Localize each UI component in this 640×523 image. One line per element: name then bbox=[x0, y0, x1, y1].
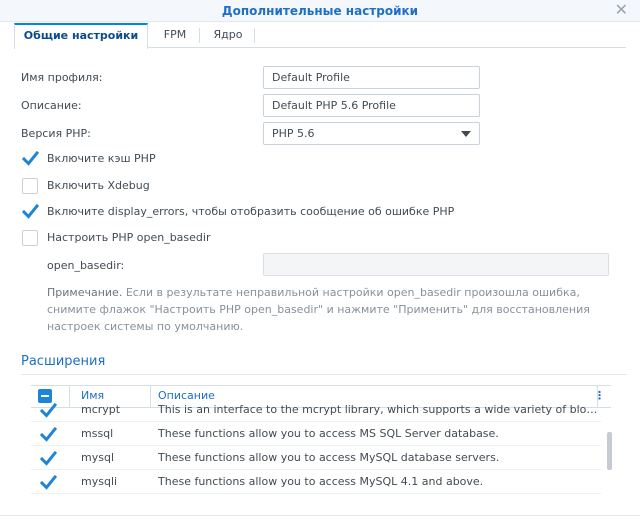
profile-name-input[interactable]: Default Profile bbox=[263, 66, 480, 89]
footer-divider bbox=[0, 515, 640, 516]
checkbox-label: Включите display_errors, чтобы отобразит… bbox=[47, 205, 455, 218]
note-text: Примечание. Если в результате неправильн… bbox=[47, 284, 627, 335]
description-label: Описание: bbox=[21, 99, 82, 112]
row-name: mssql bbox=[81, 427, 114, 440]
window-titlebar: Дополнительные настройки ✕ bbox=[0, 0, 640, 22]
row-description: This is an interface to the mcrypt libra… bbox=[158, 403, 598, 416]
profile-name-label: Имя профиля: bbox=[21, 71, 103, 84]
tab-divider bbox=[199, 28, 200, 43]
row-checkbox-checked-icon[interactable] bbox=[39, 450, 58, 470]
row-checkbox-checked-icon[interactable] bbox=[39, 474, 58, 494]
description-input[interactable]: Default PHP 5.6 Profile bbox=[263, 94, 480, 117]
tab-bar: Общие настройки FPM Ядро bbox=[14, 23, 626, 49]
close-icon[interactable]: ✕ bbox=[615, 2, 628, 18]
row-checkbox-checked-icon[interactable] bbox=[39, 402, 58, 422]
tab-fpm[interactable]: FPM bbox=[152, 23, 198, 48]
php-version-value: PHP 5.6 bbox=[272, 127, 315, 140]
checkbox-label: Включить Xdebug bbox=[47, 179, 150, 192]
table-row[interactable]: mysql These functions allow you to acces… bbox=[31, 446, 601, 470]
tab-divider bbox=[254, 28, 255, 43]
open-basedir-input[interactable] bbox=[263, 253, 609, 276]
php-version-label: Версия PHP: bbox=[21, 127, 91, 140]
table-row[interactable]: mssql These functions allow you to acces… bbox=[31, 422, 601, 446]
checkbox-unchecked-icon bbox=[22, 230, 38, 246]
row-description: These functions allow you to access MySQ… bbox=[158, 451, 500, 464]
note-prefix: Примечание. bbox=[47, 286, 123, 299]
chevron-down-icon bbox=[461, 131, 471, 137]
table-scrollbar[interactable] bbox=[607, 432, 612, 470]
checkbox-checked-icon bbox=[22, 150, 39, 167]
checkbox-label: Включите кэш PHP bbox=[47, 152, 156, 165]
checkbox-label: Настроить PHP open_basedir bbox=[47, 231, 211, 244]
row-description: These functions allow you to access MySQ… bbox=[158, 475, 484, 488]
tab-kernel[interactable]: Ядро bbox=[204, 23, 252, 48]
window-title: Дополнительные настройки bbox=[221, 4, 419, 18]
extensions-table: Имя Описание ⋮ mcrypt This is an interfa… bbox=[31, 385, 611, 495]
table-row[interactable]: mysqli These functions allow you to acce… bbox=[31, 470, 601, 494]
row-name: mcrypt bbox=[81, 403, 121, 416]
row-name: mysqli bbox=[81, 475, 118, 488]
section-divider bbox=[21, 374, 627, 375]
row-description: These functions allow you to access MS S… bbox=[158, 427, 499, 440]
checkbox-checked-icon bbox=[22, 203, 39, 220]
checkbox-unchecked-icon bbox=[22, 178, 38, 194]
open-basedir-label: open_basedir: bbox=[47, 259, 125, 272]
row-checkbox-checked-icon[interactable] bbox=[39, 426, 58, 446]
table-row[interactable]: mcrypt This is an interface to the mcryp… bbox=[31, 398, 601, 422]
tab-general-settings[interactable]: Общие настройки bbox=[14, 23, 148, 49]
extensions-section-title: Расширения bbox=[21, 354, 106, 369]
note-body: Если в результате неправильной настройки… bbox=[47, 286, 590, 333]
php-version-select[interactable]: PHP 5.6 bbox=[263, 122, 480, 145]
row-name: mysql bbox=[81, 451, 114, 464]
